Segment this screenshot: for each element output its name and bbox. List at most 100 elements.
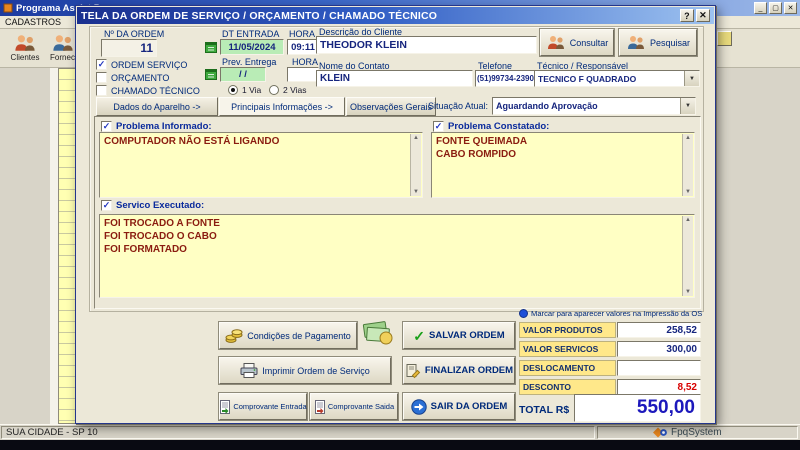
valor-servicos-field[interactable]: 300,00 bbox=[617, 341, 701, 357]
suppliers-icon bbox=[51, 34, 75, 52]
maximize-button[interactable]: ▢ bbox=[769, 2, 782, 14]
desconto-field[interactable]: 8,52 bbox=[617, 379, 701, 395]
prev-entrega-field[interactable]: / / bbox=[220, 67, 266, 82]
finalize-clipboard-icon bbox=[405, 363, 421, 379]
imprimir-label: Imprimir Ordem de Serviço bbox=[262, 365, 370, 376]
comprovante-entrada-button[interactable]: Comprovante Entrada bbox=[219, 393, 307, 420]
screen: Programa Assist Pes _ ▢ ✕ CADASTROS APA … bbox=[0, 0, 800, 450]
toolbar-clientes-label: Clientes bbox=[10, 53, 40, 62]
checkbox-orcamento[interactable]: ORÇAMENTO bbox=[96, 72, 169, 83]
memo-scrollbar[interactable]: ▲ ▼ bbox=[682, 134, 693, 196]
tab-principais-informacoes[interactable]: Principais Informações -> bbox=[219, 97, 345, 116]
checkbox-problema-constatado[interactable]: ✓ Problema Constatado: bbox=[433, 121, 549, 132]
situacao-value: Aguardando Aprovação bbox=[496, 101, 598, 111]
memo-scrollbar[interactable]: ▲ ▼ bbox=[410, 134, 421, 196]
taskbar[interactable] bbox=[0, 440, 800, 450]
problema-informado-text: COMPUTADOR NÃO ESTÁ LIGANDO bbox=[104, 136, 280, 147]
checkbox-chamado-tecnico[interactable]: CHAMADO TÉCNICO bbox=[96, 85, 200, 96]
window-close-button[interactable]: ✕ bbox=[784, 2, 797, 14]
telefone-field[interactable]: (51)99734-2390 bbox=[475, 70, 535, 87]
imprimir-button[interactable]: Imprimir Ordem de Serviço bbox=[219, 357, 391, 384]
radio-1-via[interactable]: 1 Via bbox=[228, 85, 261, 95]
deslocamento-label: DESLOCAMENTO bbox=[519, 360, 616, 376]
section-label: Servico Executado: bbox=[116, 200, 205, 211]
checkbox-label: ORÇAMENTO bbox=[111, 72, 170, 83]
consult-people-icon bbox=[546, 35, 566, 50]
scroll-up-icon[interactable]: ▲ bbox=[685, 135, 691, 141]
scroll-down-icon[interactable]: ▼ bbox=[413, 189, 419, 195]
scroll-down-icon[interactable]: ▼ bbox=[685, 189, 691, 195]
situacao-dropdown[interactable]: Aguardando Aprovação ▼ bbox=[492, 97, 696, 115]
dialog-close-button[interactable]: ✕ bbox=[696, 9, 710, 22]
calendar-icon[interactable] bbox=[205, 41, 217, 53]
comprovante-entrada-label: Comprovante Entrada bbox=[233, 402, 307, 411]
consultar-button[interactable]: Consultar bbox=[540, 29, 614, 56]
pesquisar-label: Pesquisar bbox=[649, 37, 691, 48]
search-people-icon bbox=[626, 35, 646, 50]
scroll-down-icon[interactable]: ▼ bbox=[685, 289, 691, 295]
status-panel-right: FpqSystem bbox=[597, 426, 798, 439]
tab-observacoes-gerais[interactable]: Observações Gerais bbox=[346, 97, 436, 116]
pesquisar-button[interactable]: Pesquisar bbox=[619, 29, 697, 56]
hora-field[interactable]: 09:11 bbox=[287, 39, 319, 55]
dialog-buttons: ? ✕ bbox=[678, 9, 710, 22]
app-icon bbox=[3, 3, 13, 13]
printer-icon bbox=[240, 363, 258, 378]
fpqsystem-logo-icon bbox=[652, 427, 668, 438]
chevron-down-icon[interactable]: ▼ bbox=[684, 71, 699, 86]
scroll-up-icon[interactable]: ▲ bbox=[685, 217, 691, 223]
sair-ordem-button[interactable]: SAIR DA ORDEM bbox=[403, 393, 515, 420]
memo-scrollbar[interactable]: ▲ ▼ bbox=[682, 216, 693, 296]
checkbox-servico-executado[interactable]: ✓ Servico Executado: bbox=[101, 200, 204, 211]
tecnico-dropdown[interactable]: TECNICO F QUADRADO ▼ bbox=[534, 70, 700, 87]
checkbox-problema-informado[interactable]: ✓ Problema Informado: bbox=[101, 121, 212, 132]
scroll-up-icon[interactable]: ▲ bbox=[413, 135, 419, 141]
help-button[interactable]: ? bbox=[680, 9, 694, 22]
section-label: Problema Constatado: bbox=[448, 121, 550, 132]
radio-2-vias[interactable]: 2 Vias bbox=[269, 85, 306, 95]
document-out-icon bbox=[314, 399, 326, 414]
calendar-icon[interactable] bbox=[205, 68, 217, 80]
check-icon: ✓ bbox=[102, 120, 111, 131]
valor-produtos-label: VALOR PRODUTOS bbox=[519, 322, 616, 338]
radio-icon bbox=[228, 85, 238, 95]
money-icon bbox=[362, 317, 394, 347]
checkbox-ordem-servico[interactable]: ✓ ORDEM SERVIÇO bbox=[96, 59, 187, 70]
servico-executado-memo[interactable]: FOI TROCADO A FONTE FOI TROCADO O CABO F… bbox=[99, 214, 695, 298]
marcar-impressao-radio[interactable]: Marcar para aparecer valores na Impressã… bbox=[519, 309, 702, 318]
total-label: TOTAL R$ bbox=[519, 404, 570, 416]
order-number-field[interactable]: 11 bbox=[101, 39, 157, 57]
prev-entrega-label: Prev. Entrega bbox=[222, 57, 277, 67]
document-in-icon bbox=[219, 399, 231, 414]
tab-dados-aparelho[interactable]: Dados do Aparelho -> bbox=[96, 97, 218, 116]
condicoes-label: Condições de Pagamento bbox=[247, 330, 351, 341]
condicoes-pagamento-button[interactable]: Condições de Pagamento bbox=[219, 322, 357, 349]
comprovante-saida-label: Comprovante Saida bbox=[327, 402, 395, 411]
contato-field[interactable]: KLEIN bbox=[316, 70, 473, 87]
problema-informado-memo[interactable]: COMPUTADOR NÃO ESTÁ LIGANDO ▲ ▼ bbox=[99, 132, 423, 198]
chevron-down-icon[interactable]: ▼ bbox=[680, 98, 695, 114]
check-icon: ✓ bbox=[97, 58, 106, 69]
valor-produtos-field[interactable]: 258,52 bbox=[617, 322, 701, 338]
brand: FpqSystem bbox=[652, 427, 722, 438]
problema-constatado-memo[interactable]: FONTE QUEIMADA CABO ROMPIDO ▲ ▼ bbox=[431, 132, 695, 198]
checkbox-box: ✓ bbox=[101, 200, 112, 211]
dt-entrada-field[interactable]: 11/05/2024 bbox=[220, 39, 284, 55]
prev-hora-label: HORA bbox=[292, 57, 319, 67]
prev-hora-field[interactable] bbox=[287, 67, 319, 82]
checkbox-box: ✓ bbox=[433, 121, 444, 132]
descricao-cliente-field[interactable]: THEODOR KLEIN bbox=[316, 36, 537, 54]
background-button[interactable] bbox=[717, 31, 732, 46]
checkbox-box: ✓ bbox=[101, 121, 112, 132]
finalizar-ordem-button[interactable]: FINALIZAR ORDEM bbox=[403, 357, 515, 384]
toolbar-clientes-button[interactable]: Clientes bbox=[2, 31, 48, 65]
salvar-ordem-button[interactable]: ✓ SALVAR ORDEM bbox=[403, 322, 515, 349]
toolbar-fornecedores-button[interactable]: Fornec bbox=[48, 31, 77, 65]
deslocamento-field[interactable] bbox=[617, 360, 701, 376]
comprovante-saida-button[interactable]: Comprovante Saida bbox=[310, 393, 398, 420]
dialog-titlebar[interactable]: TELA DA ORDEM DE SERVIÇO / ORÇAMENTO / C… bbox=[77, 7, 714, 24]
minimize-button[interactable]: _ bbox=[754, 2, 767, 14]
desconto-label: DESCONTO bbox=[519, 379, 616, 395]
menu-cadastros[interactable]: CADASTROS bbox=[5, 17, 61, 27]
servico-executado-text: FOI TROCADO A FONTE FOI TROCADO O CABO F… bbox=[104, 218, 220, 255]
